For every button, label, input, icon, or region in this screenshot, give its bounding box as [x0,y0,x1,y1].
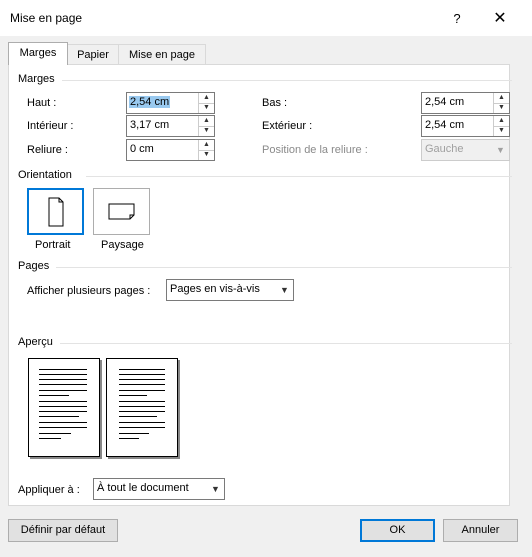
appliquer-value: À tout le document [97,482,189,494]
preview-page-left [28,358,100,457]
set-default-button[interactable]: Définir par défaut [8,519,118,542]
exterieur-value[interactable]: 2,54 cm [425,119,464,131]
paysage-label[interactable]: Paysage [101,239,144,251]
portrait-label[interactable]: Portrait [35,239,70,251]
appliquer-select[interactable]: À tout le document ▼ [93,478,225,500]
label-afficher: Afficher plusieurs pages : [27,285,151,297]
close-button[interactable]: ✕ [485,8,515,30]
chevron-down-icon[interactable]: ▼ [207,479,224,499]
interieur-spinner[interactable]: 3,17 cm ▲ ▼ [126,115,215,137]
position-reliure-select: Gauche ▼ [421,139,510,161]
position-reliure-value: Gauche [425,143,464,155]
cancel-button[interactable]: Annuler [443,519,518,542]
section-pages: Pages [18,260,50,272]
label-bas: Bas : [262,97,288,109]
separator-orientation [86,176,512,177]
spin-down-icon[interactable]: ▼ [494,103,509,113]
tab-marges[interactable]: Marges [8,42,68,65]
haut-value[interactable]: 2,54 cm [129,96,171,108]
paysage-option[interactable] [93,188,150,235]
label-interieur: Intérieur : [27,120,74,132]
label-position-reliure: Position de la reliure : [262,144,368,156]
spin-down-icon[interactable]: ▼ [199,150,214,160]
portrait-icon [48,197,64,227]
section-orientation: Orientation [18,169,72,181]
chevron-down-icon[interactable]: ▼ [276,280,293,300]
label-haut: Haut : [27,97,57,109]
ok-button[interactable]: OK [360,519,435,542]
interieur-value[interactable]: 3,17 cm [130,119,169,131]
bas-spinner[interactable]: 2,54 cm ▲ ▼ [421,92,510,114]
label-appliquer: Appliquer à : [18,484,80,496]
tab-papier[interactable]: Papier [66,44,120,65]
afficher-pages-select[interactable]: Pages en vis-à-vis ▼ [166,279,294,301]
spin-down-icon[interactable]: ▼ [199,126,214,136]
exterieur-spinner[interactable]: 2,54 cm ▲ ▼ [421,115,510,137]
separator-apercu [60,343,512,344]
reliure-spinner[interactable]: 0 cm ▲ ▼ [126,139,215,161]
section-apercu: Aperçu [18,336,53,348]
paysage-icon [108,203,135,220]
afficher-pages-value: Pages en vis-à-vis [170,283,260,295]
label-exterieur: Extérieur : [262,120,313,132]
label-reliure: Reliure : [27,144,68,156]
help-button[interactable]: ? [442,8,472,30]
reliure-value[interactable]: 0 cm [130,143,154,155]
tab-mise-en-page[interactable]: Mise en page [118,44,206,65]
portrait-option[interactable] [27,188,84,235]
haut-spinner[interactable]: 2,54 cm ▲ ▼ [126,92,215,114]
chevron-down-icon: ▼ [496,145,505,155]
section-marges: Marges [18,73,55,85]
spin-down-icon[interactable]: ▼ [494,126,509,136]
separator-pages [56,267,512,268]
window-title: Mise en page [10,11,83,25]
spin-down-icon[interactable]: ▼ [199,103,214,113]
separator-marges [62,80,512,81]
preview-page-right [106,358,178,457]
bas-value[interactable]: 2,54 cm [425,96,464,108]
